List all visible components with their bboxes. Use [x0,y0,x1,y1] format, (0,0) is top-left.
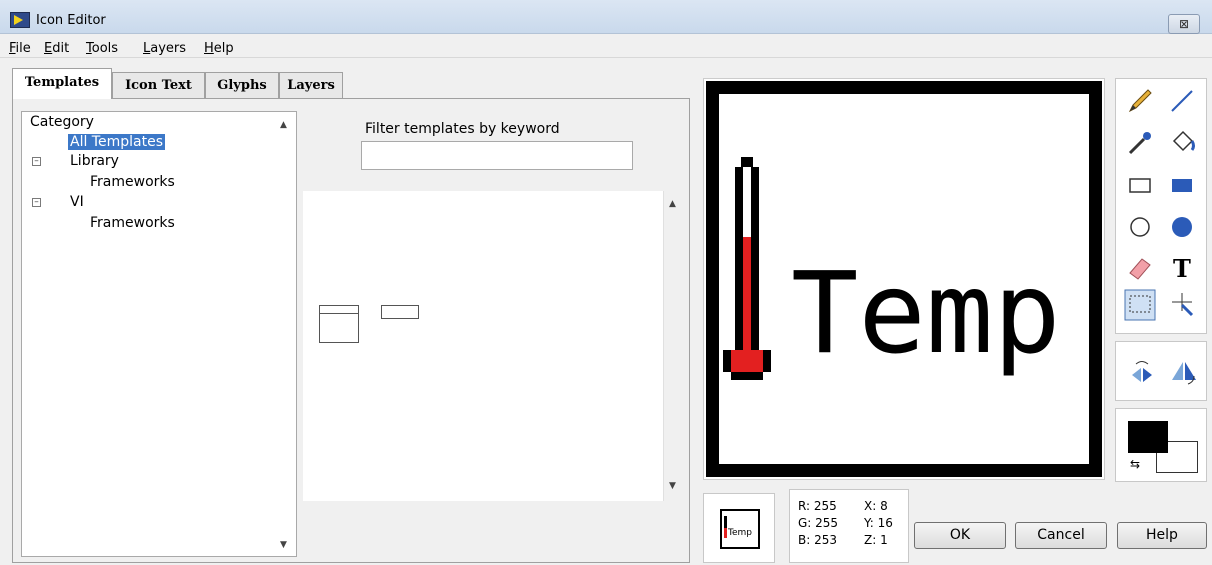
category-header: Category [30,114,94,130]
rectangle-icon[interactable] [1124,169,1156,201]
scroll-down-icon[interactable]: ▼ [669,481,676,491]
flip-horizontal-icon[interactable] [1126,356,1158,388]
fill-bucket-icon[interactable] [1166,127,1198,159]
pencil-icon[interactable] [1124,85,1156,117]
tab-glyphs[interactable]: Glyphs [205,72,279,99]
filled-rectangle-icon[interactable] [1166,169,1198,201]
menu-tools[interactable]: Tools [86,41,118,56]
tree-item-label: All Templates [68,134,165,150]
flip-panel [1115,341,1207,401]
tree-item-frameworks[interactable]: Frameworks [90,174,175,190]
template-thumbnail[interactable] [381,305,419,319]
select-icon[interactable] [1124,289,1156,321]
template-thumbnail[interactable] [319,305,359,343]
x-value: X: 8 [864,499,888,513]
menu-layers[interactable]: Layers [143,41,186,56]
pixel-info: R: 255 G: 255 B: 253 X: 8 Y: 16 Z: 1 [789,489,909,563]
tool-palette: T [1115,78,1207,334]
tab-icon-text[interactable]: Icon Text [112,72,205,99]
tree-item-frameworks[interactable]: Frameworks [90,215,175,231]
icon-preview: Temp [703,493,775,563]
app-icon [10,12,30,28]
icon-frame: Temp [706,81,1102,477]
line-icon[interactable] [1166,85,1198,117]
scroll-up-icon[interactable]: ▲ [280,120,287,130]
template-scrollbar[interactable]: ▲ ▼ [663,191,681,501]
help-button[interactable]: Help [1117,522,1207,549]
templates-panel: Category All Templates – Library Framewo… [12,98,690,563]
cancel-button[interactable]: Cancel [1015,522,1107,549]
canvas-text: Temp [791,249,1061,379]
ellipse-icon[interactable] [1124,211,1156,243]
eyedropper-icon[interactable] [1124,127,1156,159]
green-value: G: 255 [798,516,839,530]
z-value: Z: 1 [864,533,888,547]
tab-templates[interactable]: Templates [12,68,112,99]
icon-drawing: Temp [723,157,1061,380]
close-button[interactable]: ⊠ [1168,14,1200,34]
tree-item-library[interactable]: Library [70,153,119,169]
ok-button[interactable]: OK [914,522,1006,549]
menu-bar: File Edit Tools Layers Help [0,34,1212,58]
menu-file[interactable]: File [9,41,31,56]
scroll-up-icon[interactable]: ▲ [669,199,676,209]
preview-text: Temp [727,528,752,538]
menu-help[interactable]: Help [204,41,234,56]
preview-image: Temp [720,509,760,549]
menu-edit[interactable]: Edit [44,41,69,56]
filled-ellipse-icon[interactable] [1166,211,1198,243]
rotate-icon[interactable] [1168,356,1200,388]
title-bar: Icon Editor ⊠ [0,0,1212,34]
eraser-icon[interactable] [1124,251,1156,283]
thermometer-mercury [743,237,751,350]
svg-text:T: T [1173,254,1191,283]
text-icon[interactable]: T [1166,251,1198,283]
icon-canvas[interactable]: Temp [703,78,1105,480]
blue-value: B: 253 [798,533,837,547]
collapse-toggle-icon[interactable]: – [32,198,41,207]
color-panel: ⇆ [1115,408,1207,482]
filter-label: Filter templates by keyword [365,121,560,137]
swap-colors-icon[interactable]: ⇆ [1130,457,1140,471]
filter-input[interactable] [361,141,633,170]
tab-layers[interactable]: Layers [279,72,343,99]
collapse-toggle-icon[interactable]: – [32,157,41,166]
red-value: R: 255 [798,499,837,513]
tree-item-all-templates[interactable]: All Templates [68,134,165,150]
move-icon[interactable] [1166,289,1198,321]
window-title: Icon Editor [36,13,106,28]
foreground-color-swatch[interactable] [1128,421,1168,453]
y-value: Y: 16 [864,516,893,530]
template-grid [303,191,671,501]
tree-item-vi[interactable]: VI [70,194,84,210]
category-tree[interactable]: Category All Templates – Library Framewo… [21,111,297,557]
scroll-down-icon[interactable]: ▼ [280,540,287,550]
